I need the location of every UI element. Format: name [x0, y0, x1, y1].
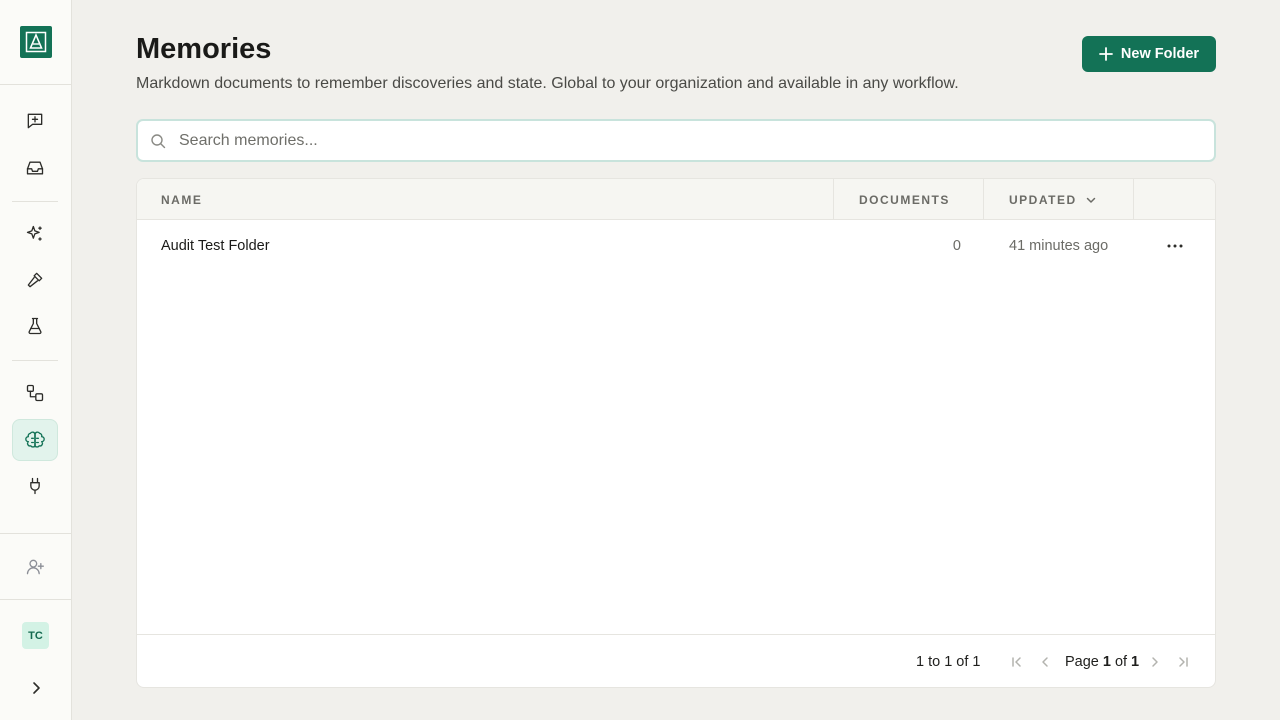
- column-divider: [833, 179, 834, 220]
- column-divider: [983, 179, 984, 220]
- table-header: NAME DOCUMENTS UPDATED: [137, 179, 1215, 220]
- flask-icon: [28, 317, 42, 335]
- next-page-button[interactable]: [1145, 652, 1165, 672]
- workflow-icon: [26, 384, 44, 402]
- sparkles-icon: [26, 225, 42, 241]
- nav-integrations[interactable]: [12, 465, 58, 507]
- app-logo[interactable]: [20, 26, 52, 58]
- plus-icon: [1099, 47, 1113, 61]
- row-actions-button[interactable]: [1163, 234, 1187, 258]
- first-page-button[interactable]: [1007, 652, 1027, 672]
- row-name[interactable]: Audit Test Folder: [161, 220, 270, 272]
- column-divider: [1133, 179, 1134, 220]
- chevron-left-icon: [1042, 657, 1048, 667]
- page-of: of: [1114, 654, 1128, 670]
- page-prefix: Page: [1065, 654, 1099, 670]
- pagination-range: 1 to 1 of 1: [916, 654, 981, 670]
- sort-desc-chevron-icon: [1086, 197, 1095, 203]
- user-plus-icon: [26, 559, 44, 575]
- last-page-icon: [1179, 657, 1188, 667]
- search-box: [136, 119, 1216, 162]
- nav-tools[interactable]: [12, 259, 58, 301]
- sidebar-divider: [0, 599, 71, 600]
- sidebar: TC: [0, 0, 72, 720]
- search-icon: [150, 133, 166, 149]
- column-header-updated-label: UPDATED: [1009, 192, 1077, 207]
- search-input[interactable]: [179, 131, 1179, 150]
- nav-workflows[interactable]: [12, 372, 58, 414]
- plug-icon: [30, 477, 40, 495]
- brain-icon: [25, 431, 45, 448]
- table-pagination: 1 to 1 of 1 Page 1 of 1: [137, 634, 1215, 687]
- row-updated-time: 41 minutes ago: [1009, 238, 1109, 254]
- sidebar-divider: [12, 201, 58, 202]
- page-total: 1: [1131, 654, 1140, 670]
- logo-icon: [25, 31, 47, 53]
- nav-new-chat[interactable]: [12, 100, 58, 142]
- page-current: 1: [1102, 654, 1111, 670]
- chevron-right-icon: [33, 682, 40, 694]
- new-folder-label: New Folder: [1120, 46, 1200, 62]
- page-title: Memories: [136, 33, 272, 65]
- nav-memories[interactable]: [12, 419, 58, 461]
- user-avatar[interactable]: TC: [22, 622, 49, 649]
- expand-sidebar-button[interactable]: [24, 676, 48, 700]
- column-header-name[interactable]: NAME: [161, 179, 202, 220]
- column-header-updated[interactable]: UPDATED: [1009, 179, 1097, 220]
- first-page-icon: [1012, 657, 1021, 667]
- column-header-documents[interactable]: DOCUMENTS: [859, 179, 950, 220]
- memories-table: NAME DOCUMENTS UPDATED Audit Test Folder…: [136, 178, 1216, 688]
- chevron-right-icon: [1152, 657, 1158, 667]
- nav-invite-user[interactable]: [12, 546, 58, 588]
- page-subtitle: Markdown documents to remember discoveri…: [136, 75, 959, 92]
- nav-inbox[interactable]: [12, 147, 58, 189]
- previous-page-button[interactable]: [1035, 652, 1055, 672]
- page-indicator: Page 1 of 1: [1065, 635, 1140, 687]
- table-row[interactable]: Audit Test Folder 0 41 minutes ago: [137, 220, 1215, 272]
- sidebar-divider: [12, 360, 58, 361]
- inbox-icon: [26, 161, 44, 175]
- nav-agents[interactable]: [12, 213, 58, 255]
- last-page-button[interactable]: [1173, 652, 1193, 672]
- sidebar-divider: [0, 533, 71, 534]
- message-plus-icon: [27, 113, 43, 129]
- hammer-icon: [27, 272, 43, 288]
- nav-evals[interactable]: [12, 305, 58, 347]
- new-folder-button[interactable]: New Folder: [1082, 36, 1216, 72]
- more-horizontal-icon: [1167, 244, 1183, 248]
- sidebar-divider: [0, 84, 71, 85]
- row-documents-count: 0: [952, 238, 961, 254]
